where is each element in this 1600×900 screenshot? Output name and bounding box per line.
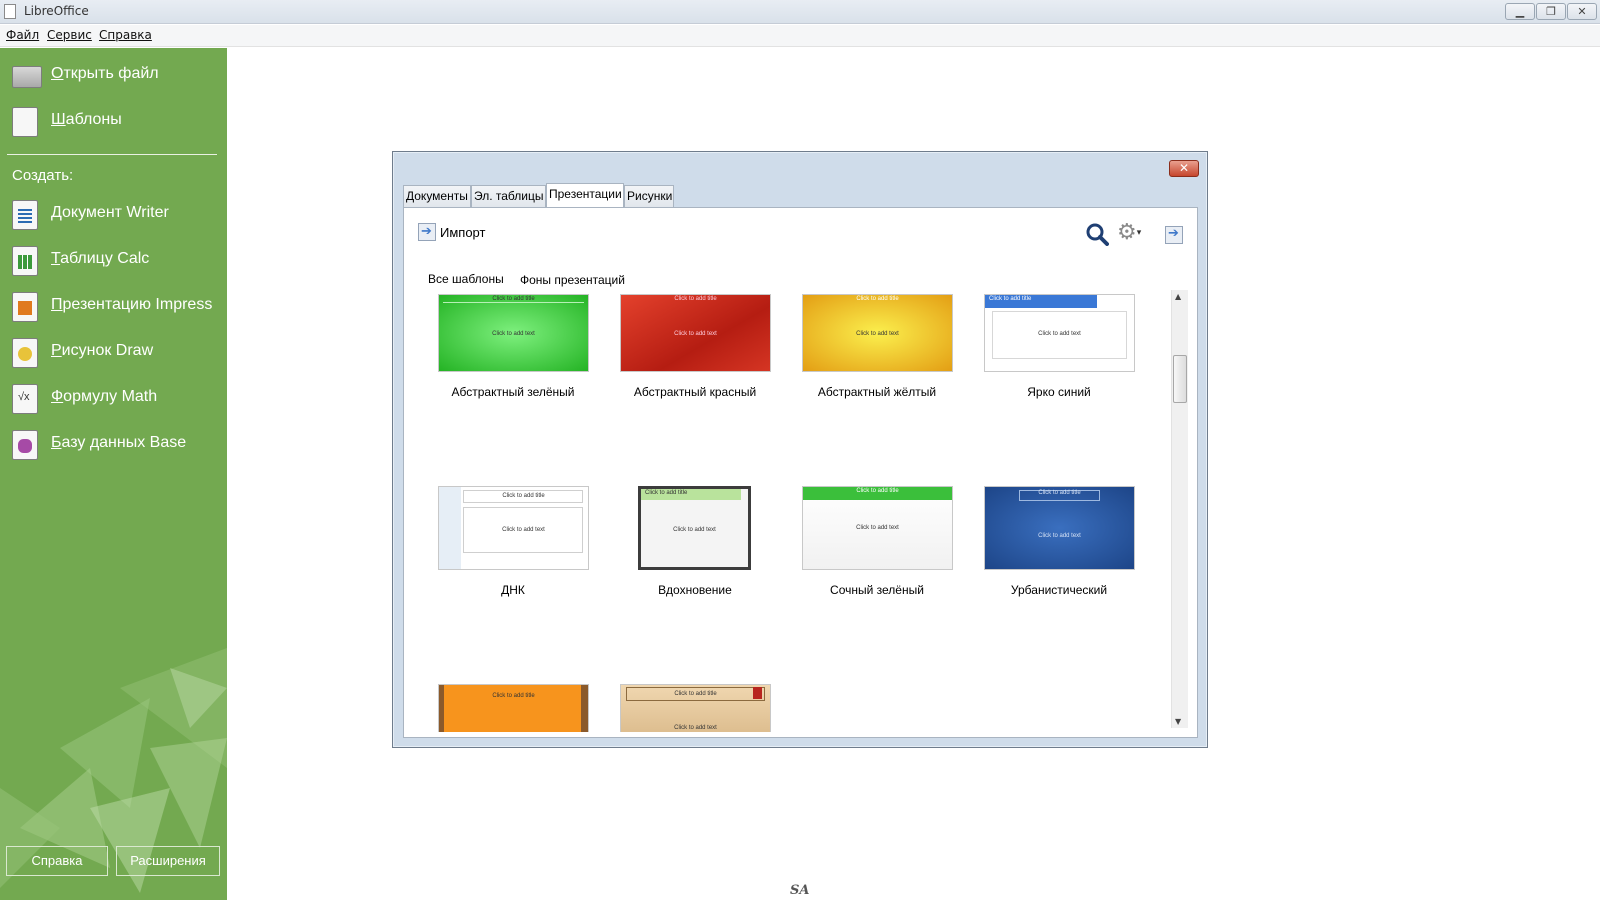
template-name: Абстрактный красный — [633, 385, 757, 399]
menu-file[interactable]: Файл — [6, 28, 39, 42]
thumb-title-text: Click to add title — [645, 490, 688, 496]
tab-drawings[interactable]: Рисунки — [624, 185, 674, 207]
thumb-body-text: Click to add text — [492, 331, 535, 337]
template-name: Ярко синий — [1027, 385, 1091, 399]
scroll-down-arrow-icon[interactable]: ▼ — [1175, 717, 1181, 726]
import-button[interactable]: Импорт — [418, 223, 485, 245]
help-button[interactable]: Справка — [6, 846, 108, 876]
base-icon — [12, 430, 38, 460]
template-name: Абстрактный жёлтый — [817, 385, 937, 399]
subtab-presentation-backgrounds[interactable]: Фоны презентаций — [520, 273, 625, 287]
export-button[interactable] — [1165, 224, 1183, 244]
maximize-button[interactable]: ❐ — [1536, 3, 1566, 20]
extensions-button[interactable]: Расширения — [116, 846, 220, 876]
title-bar: LibreOffice ▁ ❐ ✕ — [0, 0, 1600, 24]
templates-panel: Импорт ⚙▾ Все шаблоны Фоны презентаций C… — [403, 207, 1198, 738]
thumb-title-text: Click to add title — [674, 691, 717, 697]
thumb-body-text: Click to add text — [856, 331, 899, 337]
sidebar-separator — [7, 154, 217, 155]
template-thumbnail: Click to add title Click to add text — [438, 294, 589, 372]
create-writer-label: Документ Writer — [51, 204, 169, 221]
menu-help[interactable]: Справка — [99, 28, 152, 42]
template-thumbnail: Click to add title Click to add text — [984, 294, 1135, 372]
create-writer-item[interactable]: Документ Writer — [10, 197, 220, 233]
create-base-item[interactable]: Базу данных Base — [10, 427, 220, 463]
thumb-body-text: Click to add text — [674, 725, 717, 731]
footer-logo: SA — [790, 883, 810, 898]
template-name: Абстрактный зелёный — [451, 385, 575, 399]
search-icon[interactable] — [1085, 222, 1109, 246]
template-name: Урбанистический — [1010, 583, 1108, 597]
template-name: ДНК — [501, 583, 525, 597]
create-draw-item[interactable]: Рисунок Draw — [10, 335, 220, 371]
template-manager-dialog: ✕ Документы Эл. таблицы Презентации Рису… — [392, 151, 1208, 748]
tab-presentations[interactable]: Презентации — [546, 183, 624, 207]
thumb-title-text: Click to add title — [443, 296, 584, 303]
template-thumbnail: Click to add title — [438, 684, 589, 732]
import-arrow-icon — [418, 223, 436, 241]
subtab-all-templates[interactable]: Все шаблоны — [428, 272, 504, 286]
create-calc-item[interactable]: Таблицу Calc — [10, 243, 220, 279]
thumb-body-text: Click to add text — [673, 527, 716, 533]
open-file-item[interactable]: Открыть файл — [10, 58, 220, 94]
thumb-title-text: Click to add title — [492, 693, 535, 699]
thumb-body-text: Click to add text — [1038, 533, 1081, 539]
template-thumbnail: Click to add title Click to add text — [984, 486, 1135, 570]
start-center-sidebar: Открыть файл Шаблоны Создать: Документ W… — [0, 48, 227, 900]
thumb-title-text: Click to add title — [1038, 490, 1081, 496]
thumb-body-text: Click to add text — [674, 331, 717, 337]
template-name: Сочный зелёный — [830, 583, 924, 597]
open-file-label: Открыть файл — [51, 65, 159, 82]
dialog-close-button[interactable]: ✕ — [1169, 160, 1199, 177]
create-math-label: Формулу Math — [51, 388, 158, 405]
templates-label: Шаблоны — [51, 111, 122, 128]
calc-icon — [12, 246, 38, 276]
template-thumbnail: Click to add title Click to add text — [620, 684, 771, 732]
tab-spreadsheets[interactable]: Эл. таблицы — [471, 185, 546, 207]
scroll-up-arrow-icon[interactable]: ▲ — [1175, 292, 1181, 301]
thumb-title-text: Click to add title — [502, 493, 545, 499]
writer-icon — [12, 200, 38, 230]
thumb-title-text: Click to add title — [856, 296, 899, 302]
math-icon — [12, 384, 38, 414]
thumb-title-text: Click to add title — [674, 296, 717, 302]
thumb-title-text: Click to add title — [989, 296, 1032, 302]
create-base-label: Базу данных Base — [51, 434, 187, 451]
menu-tools[interactable]: Сервис — [47, 28, 92, 42]
create-impress-item[interactable]: Презентацию Impress — [10, 289, 220, 325]
template-grid: Click to add title Click to add text Абс… — [404, 294, 1162, 732]
thumb-title-text: Click to add title — [856, 488, 899, 494]
thumb-body-text: Click to add text — [856, 525, 899, 531]
import-label: Импорт — [440, 224, 486, 240]
scrollbar-thumb[interactable] — [1173, 355, 1187, 403]
thumb-body-text: Click to add text — [1038, 331, 1081, 337]
template-thumbnail: Click to add title Click to add text — [638, 486, 751, 570]
template-grid-scrollbar[interactable]: ▲ ▼ — [1171, 290, 1188, 728]
template-thumbnail: Click to add title Click to add text — [438, 486, 589, 570]
template-thumbnail: Click to add title Click to add text — [620, 294, 771, 372]
template-thumbnail: Click to add title Click to add text — [802, 486, 953, 570]
create-heading: Создать: — [12, 167, 74, 184]
template-document-icon — [12, 107, 38, 137]
create-calc-label: Таблицу Calc — [51, 250, 150, 267]
tab-documents[interactable]: Документы — [403, 185, 471, 207]
template-name: Вдохновение — [658, 583, 732, 597]
minimize-button[interactable]: ▁ — [1505, 3, 1535, 20]
draw-icon — [12, 338, 38, 368]
gear-icon[interactable]: ⚙▾ — [1117, 222, 1145, 246]
template-thumbnail: Click to add title Click to add text — [802, 294, 953, 372]
window-title: LibreOffice — [24, 4, 89, 18]
impress-icon — [12, 292, 38, 322]
app-document-icon — [4, 4, 16, 19]
open-folder-icon — [12, 66, 42, 88]
templates-item[interactable]: Шаблоны — [10, 104, 220, 140]
menu-bar: Файл Сервис Справка — [0, 25, 1600, 47]
create-draw-label: Рисунок Draw — [51, 342, 154, 359]
close-window-button[interactable]: ✕ — [1567, 3, 1597, 20]
create-math-item[interactable]: Формулу Math — [10, 381, 220, 417]
thumb-body-text: Click to add text — [502, 527, 545, 533]
export-arrow-icon — [1165, 225, 1183, 244]
create-impress-label: Презентацию Impress — [51, 296, 213, 313]
